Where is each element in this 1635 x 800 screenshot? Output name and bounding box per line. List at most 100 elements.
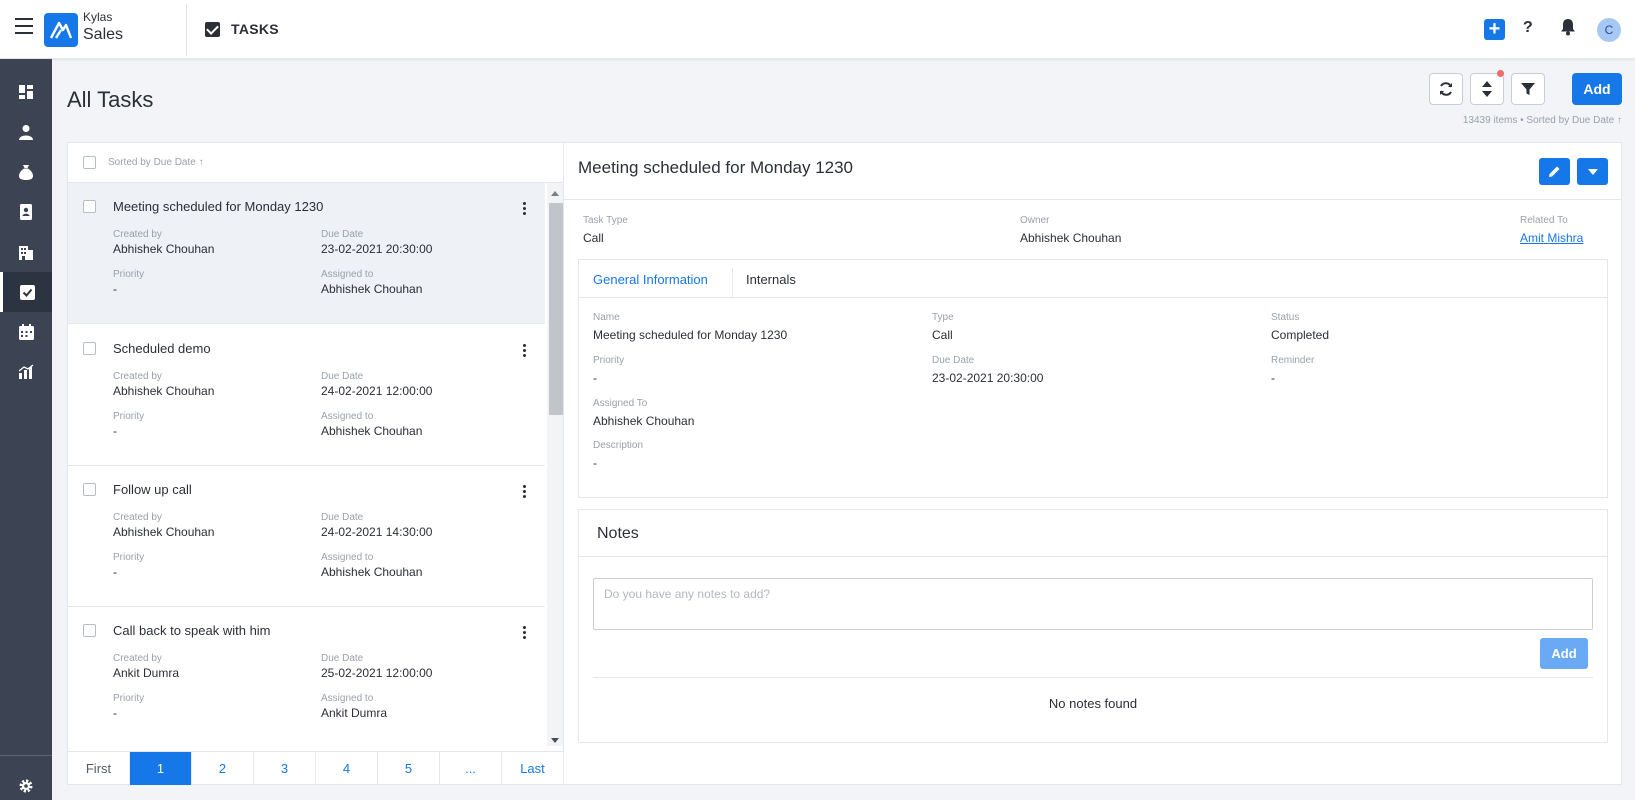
assigned-to-value: Abhishek Chouhan	[321, 424, 423, 438]
help-icon[interactable]: ?	[1523, 19, 1533, 37]
due-date-label: Due Date	[321, 229, 364, 240]
assigned-to-label: Assigned To	[593, 398, 648, 409]
priority-label: Priority	[113, 269, 145, 280]
due-date-value: 23-02-2021 20:30:00	[932, 371, 1044, 385]
header-divider	[186, 4, 187, 56]
caret-down-icon	[1587, 168, 1598, 175]
created-by-label: Created by	[113, 229, 162, 240]
module-label: TASKS	[231, 21, 279, 37]
building-icon[interactable]	[0, 232, 52, 272]
task-title: Meeting scheduled for Monday 1230	[113, 199, 324, 214]
owner-label: Owner	[1020, 215, 1050, 226]
add-note-button[interactable]: Add	[1540, 638, 1588, 669]
notes-divider	[579, 556, 1607, 557]
rail-divider	[0, 755, 52, 756]
task-title: Scheduled demo	[113, 341, 211, 356]
status-label: Status	[1271, 312, 1300, 323]
assigned-to-value: Ankit Dumra	[321, 706, 388, 720]
kylas-logo[interactable]	[44, 13, 78, 47]
page-title: All Tasks	[67, 87, 154, 112]
owner-value: Abhishek Chouhan	[1020, 231, 1122, 245]
top-bar: Kylas Sales TASKS + ? C	[0, 0, 1635, 59]
description-label: Description	[593, 440, 644, 451]
select-all-checkbox[interactable]	[83, 156, 96, 169]
bell-icon[interactable]	[1560, 18, 1576, 41]
more-options-icon[interactable]	[523, 344, 526, 359]
tasks-icon[interactable]	[0, 272, 52, 312]
tab-general-information[interactable]: General Information	[593, 272, 708, 287]
list-scrollbar-thumb[interactable]	[549, 203, 563, 415]
more-options-icon[interactable]	[523, 626, 526, 641]
due-date-label: Due Date	[321, 653, 364, 664]
notes-title: Notes	[597, 525, 639, 542]
money-bag-icon[interactable]	[0, 152, 52, 192]
list-sort-text: Sorted by Due Date ↑	[108, 157, 204, 168]
scroll-down-arrow-icon[interactable]	[551, 738, 559, 743]
tab-divider	[732, 268, 733, 298]
reminder-value: -	[1271, 371, 1275, 385]
assigned-to-value: Abhishek Chouhan	[593, 414, 695, 428]
assigned-to-label: Assigned to	[321, 552, 374, 563]
add-task-button[interactable]: Add	[1572, 73, 1622, 105]
task-card[interactable]: Follow up call Created by Abhishek Chouh…	[68, 466, 545, 607]
page-3[interactable]: 3	[254, 752, 316, 785]
task-card[interactable]: Scheduled demo Created by Abhishek Chouh…	[68, 325, 545, 466]
no-notes-message: No notes found	[1048, 696, 1138, 711]
due-date-label: Due Date	[321, 371, 364, 382]
priority-value: -	[113, 706, 117, 720]
page-first[interactable]: First	[68, 752, 130, 785]
page-1[interactable]: 1	[130, 752, 192, 785]
assigned-to-value: Abhishek Chouhan	[321, 565, 423, 579]
task-card[interactable]: Meeting scheduled for Monday 1230 Create…	[68, 183, 545, 324]
task-title: Follow up call	[113, 482, 192, 497]
task-title: Call back to speak with him	[113, 623, 271, 638]
notes-input[interactable]	[593, 578, 1593, 630]
sort-active-indicator	[1497, 70, 1504, 77]
more-actions-button[interactable]	[1577, 158, 1608, 185]
task-checkbox[interactable]	[83, 342, 96, 355]
edit-button[interactable]	[1539, 158, 1570, 185]
page-ellipsis[interactable]: ...	[440, 752, 502, 785]
tab-internals[interactable]: Internals	[746, 272, 796, 287]
task-card[interactable]: Call back to speak with him Created by A…	[68, 607, 545, 747]
task-type-value: Call	[583, 231, 604, 245]
due-date-value: 24-02-2021 12:00:00	[321, 384, 433, 398]
task-checkbox[interactable]	[83, 200, 96, 213]
page-2[interactable]: 2	[192, 752, 254, 785]
page-4[interactable]: 4	[316, 752, 378, 785]
user-icon[interactable]	[0, 112, 52, 152]
scroll-up-arrow-icon[interactable]	[551, 191, 559, 196]
filter-button[interactable]	[1511, 73, 1545, 105]
dashboard-icon[interactable]	[0, 72, 52, 112]
created-by-value: Abhishek Chouhan	[113, 242, 215, 256]
gear-icon[interactable]	[0, 766, 52, 800]
sort-button[interactable]	[1470, 73, 1504, 105]
created-by-label: Created by	[113, 512, 162, 523]
refresh-icon	[1440, 82, 1452, 96]
refresh-button[interactable]	[1429, 73, 1463, 105]
related-to-link[interactable]: Amit Mishra	[1520, 231, 1583, 245]
assigned-to-label: Assigned to	[321, 411, 374, 422]
hamburger-menu-icon[interactable]	[15, 18, 33, 38]
quick-add-button[interactable]: +	[1484, 19, 1505, 40]
priority-value: -	[113, 565, 117, 579]
module-indicator: TASKS	[205, 21, 279, 37]
more-options-icon[interactable]	[523, 485, 526, 500]
calendar-icon[interactable]	[0, 312, 52, 352]
contact-card-icon[interactable]	[0, 192, 52, 232]
created-by-value: Abhishek Chouhan	[113, 384, 215, 398]
due-date-label: Due Date	[321, 512, 364, 523]
detail-title: Meeting scheduled for Monday 1230	[578, 158, 854, 177]
due-date-value: 25-02-2021 12:00:00	[321, 666, 433, 680]
due-date-value: 24-02-2021 14:30:00	[321, 525, 433, 539]
name-value: Meeting scheduled for Monday 1230	[593, 328, 788, 342]
reports-icon[interactable]	[0, 352, 52, 392]
page-5[interactable]: 5	[378, 752, 440, 785]
user-avatar[interactable]: C	[1597, 18, 1621, 42]
task-checkbox[interactable]	[83, 483, 96, 496]
task-type-label: Task Type	[583, 215, 628, 226]
priority-label: Priority	[113, 552, 145, 563]
page-last[interactable]: Last	[502, 752, 563, 785]
task-checkbox[interactable]	[83, 624, 96, 637]
more-options-icon[interactable]	[523, 202, 526, 217]
